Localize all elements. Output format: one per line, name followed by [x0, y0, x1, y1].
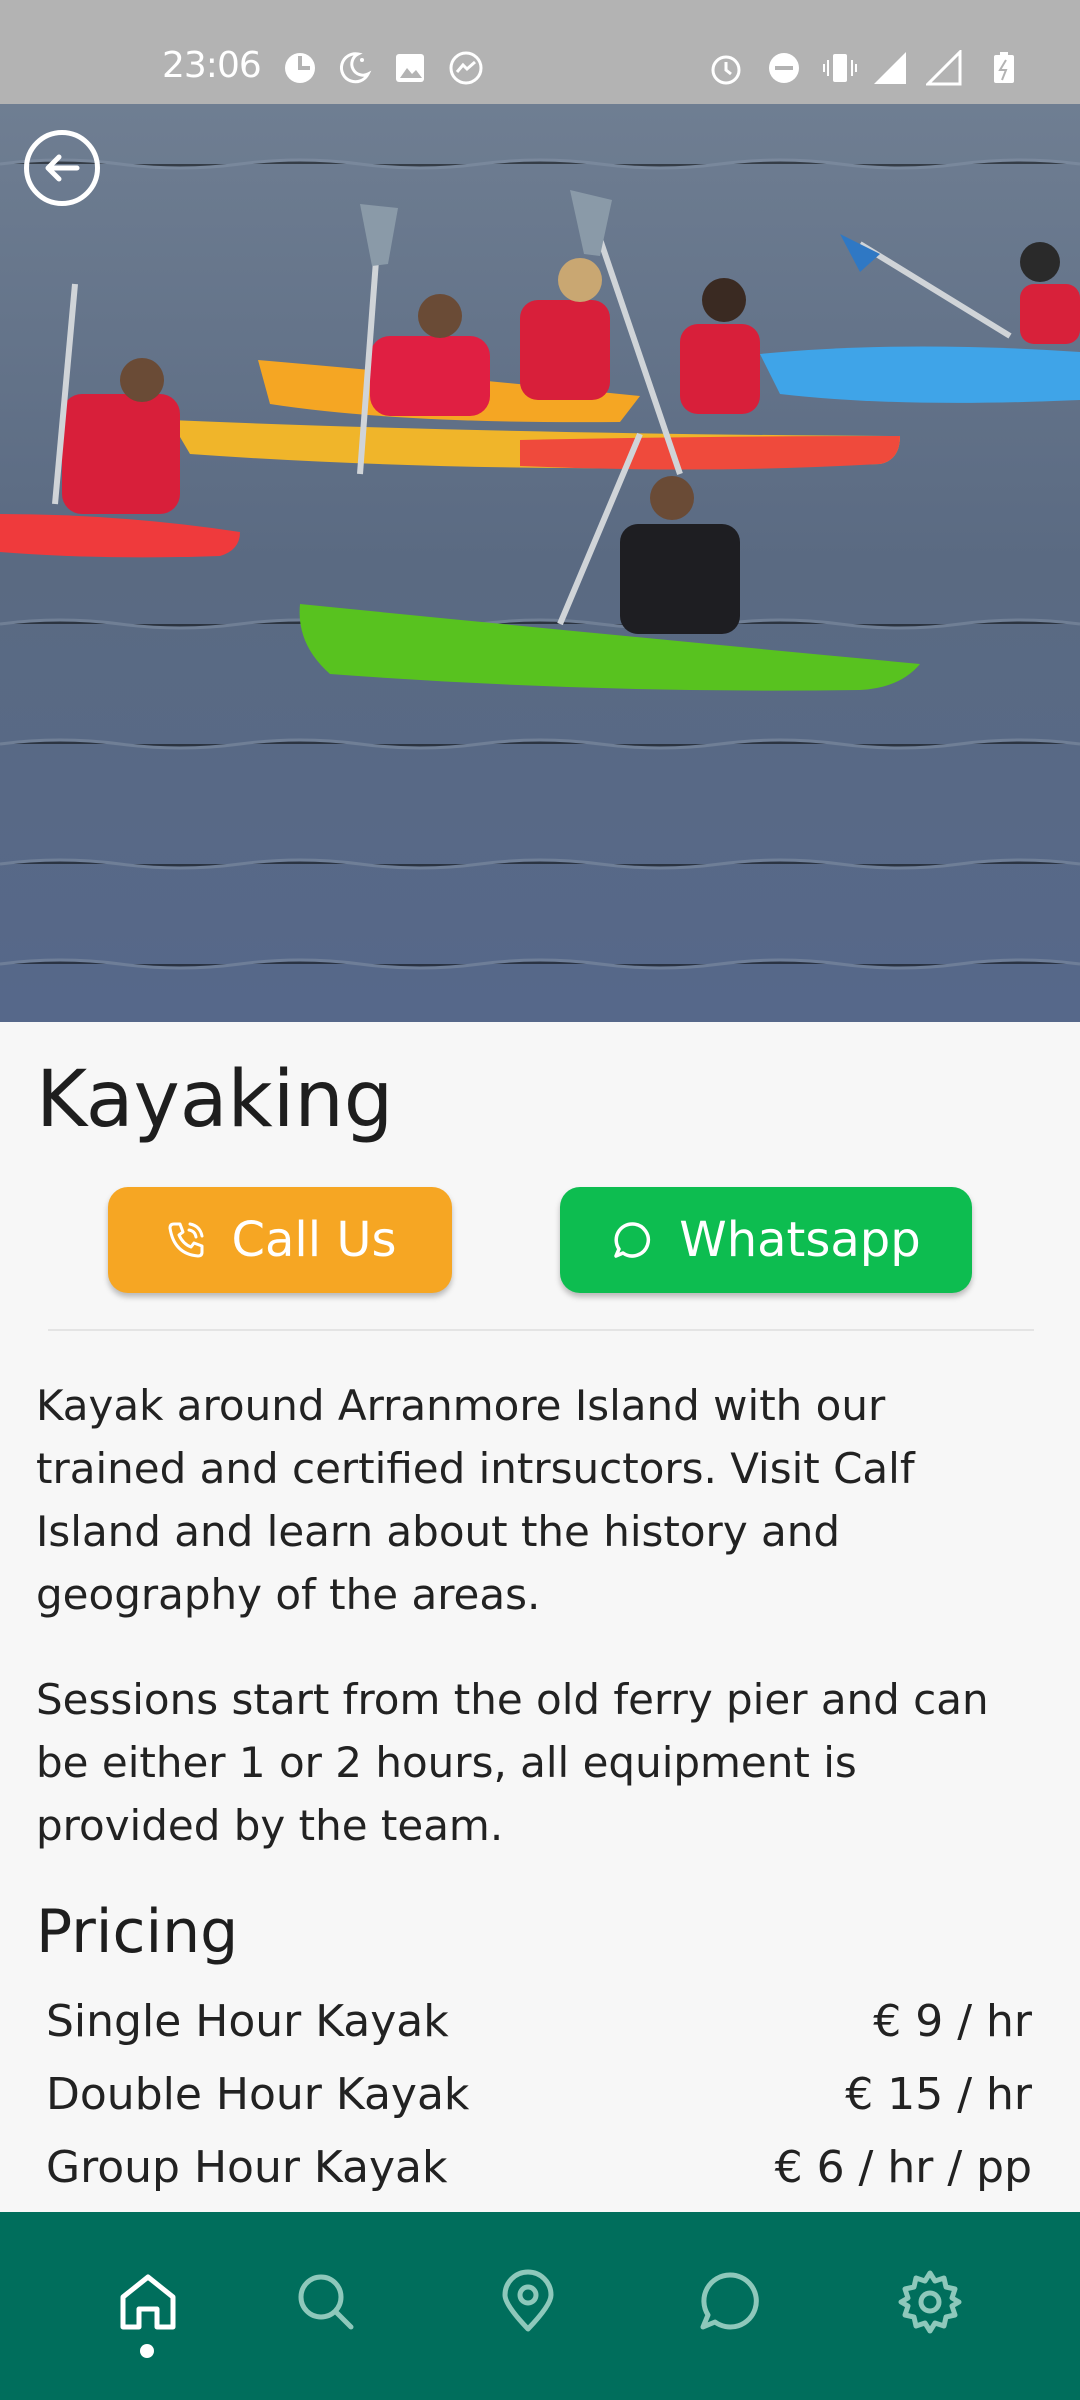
description-paragraph: Sessions start from the old ferry pier a…	[36, 1675, 989, 1850]
hero-image	[0, 104, 1080, 1022]
home-icon	[120, 2274, 176, 2330]
messenger-icon	[448, 50, 484, 86]
kayak-photo	[0, 104, 1080, 1022]
night-mode-icon	[336, 50, 372, 86]
gallery-icon	[392, 50, 428, 86]
chat-icon	[700, 2272, 759, 2330]
price-name: Group Hour Kayak	[46, 2142, 448, 2193]
status-time: 23:06	[162, 45, 262, 86]
price-row: Single Hour Kayak € 9 / hr	[46, 1990, 1032, 2054]
bottom-navigation	[0, 2212, 1080, 2400]
price-value: € 9 / hr	[873, 1996, 1032, 2047]
alarm-icon	[708, 50, 744, 86]
page-title: Kayaking	[36, 1055, 394, 1145]
nav-settings[interactable]	[890, 2262, 970, 2342]
status-bar: 23:06	[0, 0, 1080, 104]
call-us-label: Call Us	[231, 1212, 397, 1268]
price-row: Group Hour Kayak € 6 / hr / pp	[46, 2136, 1032, 2200]
chat-bubble-icon	[614, 1222, 651, 1258]
nav-search[interactable]	[286, 2262, 366, 2342]
price-value: € 6 / hr / pp	[774, 2142, 1032, 2193]
pricing-heading: Pricing	[36, 1897, 239, 1967]
divider	[48, 1329, 1034, 1331]
nav-chat[interactable]	[690, 2262, 770, 2342]
price-value: € 15 / hr	[845, 2069, 1032, 2120]
call-us-button[interactable]: Call Us	[108, 1187, 452, 1293]
phone-icon	[168, 1222, 203, 1258]
whatsapp-button[interactable]: Whatsapp	[560, 1187, 972, 1293]
price-name: Double Hour Kayak	[46, 2069, 470, 2120]
signal-4g-icon	[926, 50, 962, 86]
whatsapp-label: Whatsapp	[679, 1212, 921, 1268]
description-paragraph: Kayak around Arranmore Island with our t…	[36, 1381, 915, 1619]
search-icon	[298, 2274, 354, 2330]
active-indicator	[140, 2344, 154, 2358]
nav-map[interactable]	[488, 2262, 568, 2342]
do-not-disturb-icon	[766, 50, 802, 86]
price-name: Single Hour Kayak	[46, 1996, 449, 2047]
nav-home[interactable]	[108, 2262, 188, 2342]
data-saver-icon	[282, 50, 318, 86]
back-arrow-icon	[45, 154, 80, 182]
price-row: Double Hour Kayak € 15 / hr	[46, 2063, 1032, 2127]
signal-r-icon	[872, 50, 908, 86]
back-button[interactable]	[24, 130, 100, 206]
map-pin-icon	[502, 2269, 554, 2332]
vibrate-icon	[822, 50, 858, 86]
gear-icon	[898, 2270, 962, 2334]
battery-icon	[986, 50, 1022, 86]
